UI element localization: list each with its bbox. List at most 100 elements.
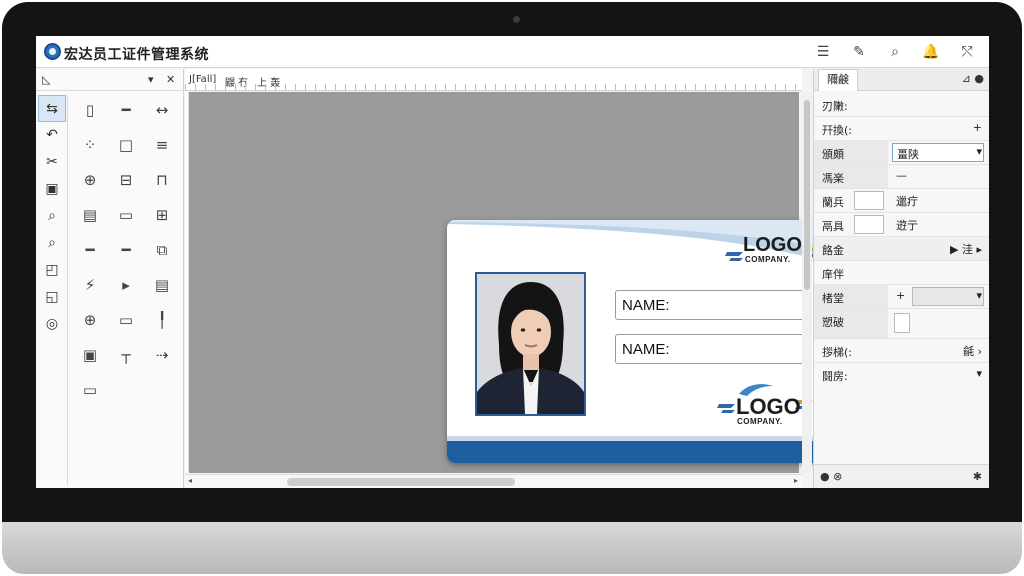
vertical-scroll-thumb[interactable] [804, 100, 810, 290]
arrow-icon[interactable]: ⇢ [144, 338, 180, 373]
color-picker-icon[interactable]: ◎ [38, 311, 66, 338]
chevron-down-icon[interactable]: ▾ [976, 367, 982, 380]
grid-icon[interactable]: ⊞ [144, 198, 180, 233]
tool-column-primary: ⇆ ↶ ✂ ▣ ⌕ ⌕ ◰ ◱ ◎ [38, 95, 66, 338]
separator-icon[interactable]: ━ [108, 233, 144, 268]
toolbox-header: ◺ ▾ ✕ [36, 69, 184, 91]
vertical-scrollbar[interactable] [802, 92, 812, 473]
prop-value: — [896, 169, 907, 182]
photo-icon[interactable]: ▣ [72, 338, 108, 373]
chevron-down-icon[interactable]: ▾ [976, 145, 982, 158]
app-title: 宏达员工证件管理系统 [64, 47, 209, 63]
prop-row-1: 刃敶: [814, 93, 989, 117]
employee-photo[interactable] [475, 272, 586, 416]
screen-icon[interactable]: ▭ [108, 303, 144, 338]
prop-label: 拶梯(: [822, 346, 852, 359]
search-settings-icon[interactable]: ⌕ [883, 41, 907, 63]
company-logo-top: LOGO [743, 234, 802, 256]
divider-line-icon[interactable]: ━ [72, 233, 108, 268]
rectangle-icon[interactable]: □ [108, 128, 144, 163]
share-icon[interactable]: ⤲ [955, 41, 979, 63]
name-field-1[interactable]: NAME: [615, 290, 811, 320]
name-field-2[interactable]: NAME: [615, 334, 811, 364]
prop-label: 馮楽 [822, 172, 844, 185]
prop-row-3: 頒頗 畺陕 ▾ [814, 141, 989, 165]
flash-icon[interactable]: ⚡ [72, 268, 108, 303]
prop-value: 邋疔 [896, 195, 918, 208]
prop-label: 愬破 [822, 316, 844, 329]
prop-label: 餎金 [822, 244, 844, 257]
text-lines-icon[interactable]: ≡ [144, 128, 180, 163]
monitor-icon[interactable]: ⊟ [108, 163, 144, 198]
layers-icon[interactable]: ⧉ [144, 233, 180, 268]
list-icon[interactable]: ☰ [811, 41, 835, 63]
bell-icon[interactable]: 🔔 [919, 41, 943, 63]
prop-dropdown[interactable]: 畺陕 [892, 143, 984, 162]
prop-row-10: 愬破 [814, 309, 989, 339]
prop-label: 刃敶: [822, 100, 848, 113]
edit-path-icon[interactable]: ✎ [847, 41, 871, 63]
barcode-icon[interactable]: ⊕ [72, 303, 108, 338]
close-icon[interactable]: ✕ [166, 73, 175, 86]
portrait-image [477, 274, 584, 414]
connector-icon[interactable]: ↔ [144, 93, 180, 128]
rotate-tool-icon[interactable]: ↶ [38, 122, 66, 149]
copy-tool-icon[interactable]: ◰ [38, 257, 66, 284]
frame-icon[interactable]: ▭ [72, 373, 108, 408]
document-icon[interactable]: ▤ [72, 198, 108, 233]
prop-row-7: 餎金 ▶ 洼 ▸ [814, 237, 989, 261]
prop-row-8: 庠伴 [814, 261, 989, 285]
zoom-in-icon[interactable]: ⌕ [38, 203, 66, 230]
app-window: 宏达员工证件管理系统 ☰ ✎ ⌕ 🔔 ⤲ ◺ ▾ ✕ ⇆ ↶ ✂ ▣ ⌕ ⌕ ◰… [36, 36, 989, 488]
scroll-left-icon[interactable]: ◂ [188, 476, 192, 485]
image-edit-icon[interactable]: ▤ [144, 268, 180, 303]
add-icon[interactable]: + [896, 289, 905, 302]
add-icon[interactable]: + [973, 121, 982, 134]
panel-pin-icon[interactable]: ▾ [148, 73, 154, 86]
prop-label: 鬲具 [822, 220, 844, 233]
fill-tool-icon[interactable]: ▣ [38, 176, 66, 203]
panel-dock-icon[interactable]: ◺ [42, 73, 50, 86]
toolbox-panel: ◺ ▾ ✕ ⇆ ↶ ✂ ▣ ⌕ ⌕ ◰ ◱ ◎ ▯ ━ ↔ ⁘ □ ≡ ⊕ ⊟ … [36, 69, 184, 488]
prop-row-9: 楮堂 + ▾ [814, 285, 989, 309]
status-icons[interactable]: ● ⊗ [820, 470, 842, 483]
select-tool-icon[interactable]: ⇆ [38, 95, 66, 122]
title-bar-actions: ☰ ✎ ⌕ 🔔 ⤲ [811, 41, 979, 63]
phone-frame-icon[interactable]: ▯ [72, 93, 108, 128]
prop-label: 頒頗 [822, 148, 844, 161]
prop-expander[interactable]: 毹 › [963, 343, 982, 359]
page-icon[interactable] [894, 313, 910, 333]
crop-tool-icon[interactable]: ◱ [38, 284, 66, 311]
prop-input[interactable] [854, 215, 884, 234]
pin-icon[interactable]: ╿ [144, 303, 180, 338]
zoom-out-icon[interactable]: ⌕ [38, 230, 66, 257]
company-logo-top-sub: COMPANY. [745, 255, 791, 264]
play-icon[interactable]: ▸ [108, 268, 144, 303]
card-holder-icon[interactable]: ⊓ [144, 163, 180, 198]
cut-tool-icon[interactable]: ✂ [38, 149, 66, 176]
prop-row-6: 鬲具 逰亍 [814, 213, 989, 237]
id-card[interactable]: NAME: NAME: LOGO COMPANY. LOGO COMPANY. [447, 220, 838, 463]
scroll-right-icon[interactable]: ▸ [794, 476, 798, 485]
prop-label: 鬪房: [822, 370, 848, 383]
prop-row-5: 蘭兵 邋疔 [814, 189, 989, 213]
folder-icon[interactable]: ▭ [108, 198, 144, 233]
horizontal-scrollbar[interactable]: ◂ ▸ [185, 474, 802, 488]
app-logo-icon [44, 43, 61, 60]
design-canvas[interactable]: NAME: NAME: LOGO COMPANY. LOGO COMPANY. [189, 92, 838, 473]
properties-panel: 隬鹸 ⊿ ● 刃敶: 幵換(: + 頒頗 畺陕 ▾ 馮楽 — 蘭兵 邋疔 鬲具 … [813, 69, 989, 488]
prop-label: 幵換(: [822, 124, 852, 137]
prop-input[interactable] [854, 191, 884, 210]
card-footer-band [447, 441, 838, 463]
prop-dropdown[interactable] [912, 287, 984, 306]
line-tool-icon[interactable]: ━ [108, 93, 144, 128]
tab-properties[interactable]: 隬鹸 [818, 69, 858, 91]
settings-icon[interactable]: ✱ [973, 470, 982, 483]
horizontal-scroll-thumb[interactable] [287, 478, 515, 486]
align-icon[interactable]: ┬ [108, 338, 144, 373]
dots-icon[interactable]: ⁘ [72, 128, 108, 163]
panel-options-icon[interactable]: ⊿ ● [962, 72, 984, 85]
prop-controls[interactable]: ▶ 洼 ▸ [950, 241, 982, 257]
chevron-down-icon[interactable]: ▾ [976, 289, 982, 302]
target-icon[interactable]: ⊕ [72, 163, 108, 198]
